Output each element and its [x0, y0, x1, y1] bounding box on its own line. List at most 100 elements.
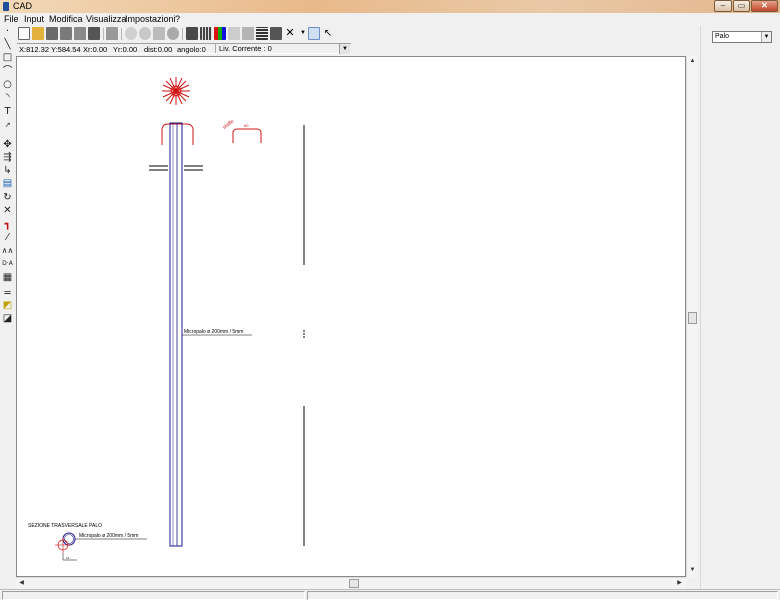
menu-modifica[interactable]: Modifica: [49, 14, 83, 24]
scroll-right-icon[interactable]: ▶: [674, 578, 685, 589]
arc-tool-icon[interactable]: ⌒: [1, 66, 14, 78]
app-icon: [3, 2, 9, 11]
pile-body: [169, 122, 183, 547]
ground-line: [149, 165, 203, 171]
layer-select[interactable]: Palo ▼: [712, 31, 772, 43]
section-title: SEZIONE TRASVERSALE PALO: [28, 523, 102, 529]
break-tool-icon[interactable]: ⁄: [1, 232, 14, 244]
new-file-icon[interactable]: [18, 27, 30, 40]
pile-cap-outline: [161, 123, 194, 145]
line-tool-icon[interactable]: ╲: [1, 39, 14, 51]
layer-icon[interactable]: [186, 27, 198, 40]
osnap-icon[interactable]: [242, 27, 254, 40]
window-title: CAD: [13, 1, 33, 11]
open-folder-icon[interactable]: [32, 27, 44, 40]
drawing-svg: staffe 60 Micropalo ø 200mm / 5mm SEZION…: [28, 77, 305, 561]
dimension-tool-icon[interactable]: ↗: [1, 119, 14, 131]
coord-dist: dist:0.00: [144, 45, 173, 54]
status-pane-right: [307, 591, 778, 600]
zoom-all-icon[interactable]: [167, 27, 179, 40]
status-pane-left: [2, 591, 305, 600]
print-preview-icon[interactable]: [106, 27, 118, 40]
svg-text:60: 60: [244, 123, 249, 128]
cad-window: CAD – ▭ ✕ File Input Modifica Visualizza…: [0, 0, 780, 600]
maximize-button[interactable]: ▭: [733, 0, 750, 12]
menu-file[interactable]: File: [4, 14, 19, 24]
export-icon[interactable]: [74, 27, 86, 40]
draw-toolbox: · ╲ □ ⌒ ○ ◝ T ↗ ✥ ⇶ ↳ ▤ ↻ ✕ ┓ ⁄ ∧∧ D·A ▦…: [0, 26, 15, 326]
right-panel: [700, 26, 780, 589]
horizontal-scroll-thumb[interactable]: [349, 579, 359, 588]
drawing-canvas[interactable]: staffe 60 Micropalo ø 200mm / 5mm SEZION…: [16, 56, 686, 577]
section-circle: LF: [55, 532, 77, 561]
polyline-tool-icon[interactable]: ∧∧: [1, 245, 14, 257]
current-level-select[interactable]: Liv. Corrente : 0: [215, 44, 343, 53]
copy-array-tool-icon[interactable]: ⇶: [1, 152, 14, 164]
point-tool-icon[interactable]: ·: [1, 26, 14, 38]
main-toolbar: ✕ ▼ ↖: [16, 26, 346, 42]
scroll-down-icon[interactable]: ▼: [687, 565, 698, 576]
chevron-down-icon[interactable]: ▼: [761, 32, 771, 42]
current-level-label: Liv. Corrente : 0: [219, 44, 272, 53]
select-arrow-icon[interactable]: ↖: [322, 27, 334, 40]
svg-text:LF: LF: [66, 556, 70, 560]
vertical-scrollbar[interactable]: ▲ ▼: [686, 56, 698, 577]
paste-tool-icon[interactable]: ▤: [1, 178, 14, 190]
menu-bar: File Input Modifica Visualizza Impostazi…: [0, 13, 780, 25]
menu-help[interactable]: ?: [175, 14, 180, 24]
ortho-icon[interactable]: [308, 27, 320, 40]
circle-tool-icon[interactable]: ○: [1, 79, 14, 91]
save-as-icon[interactable]: [60, 27, 72, 40]
minimize-button[interactable]: –: [714, 0, 732, 12]
level-dropdown-icon[interactable]: ▼: [339, 44, 350, 54]
coord-yr: Yr:0.00: [113, 45, 138, 54]
dimension-text-tool-icon[interactable]: D·A: [1, 258, 14, 270]
zoom-in-icon[interactable]: [125, 27, 137, 40]
coord-x: X:812.32: [19, 45, 50, 54]
extend-tool-icon[interactable]: ┓: [1, 219, 14, 231]
rotate-tool-icon[interactable]: ↻: [1, 192, 14, 204]
grid-icon[interactable]: [200, 27, 212, 40]
reinforcement-label: staffe: [222, 119, 236, 131]
save-icon[interactable]: [46, 27, 58, 40]
colors-icon[interactable]: [214, 27, 226, 40]
camera-tool-icon[interactable]: ◪: [1, 313, 14, 325]
dimension-line: [303, 125, 305, 546]
table-icon[interactable]: [270, 27, 282, 40]
snap-icon[interactable]: [228, 27, 240, 40]
coord-xr: Xr:0.00: [83, 45, 108, 54]
text-tool-icon[interactable]: T: [1, 106, 14, 118]
align-tool-icon[interactable]: ═: [1, 288, 14, 300]
scroll-left-icon[interactable]: ◀: [16, 578, 27, 589]
red-starburst: [162, 77, 190, 105]
menu-input[interactable]: Input: [24, 14, 44, 24]
delete-tool-icon[interactable]: ✕: [1, 205, 14, 217]
section-label: Micropalo ø 200mm / 5mm: [79, 533, 138, 539]
coordinate-bar: X:812.32 Y:584.54 Xr:0.00 Yr:0.00 dist:0…: [17, 43, 351, 54]
close-button[interactable]: ✕: [751, 0, 778, 12]
fill-tool-icon[interactable]: ◩: [1, 300, 14, 312]
horizontal-scrollbar[interactable]: ◀ ▶: [16, 577, 686, 589]
close-tool-icon[interactable]: ✕: [284, 27, 296, 40]
rectangle-tool-icon[interactable]: □: [1, 52, 14, 64]
vertical-scroll-thumb[interactable]: [688, 312, 697, 324]
coord-y: Y:584.54: [51, 45, 81, 54]
print-icon[interactable]: [88, 27, 100, 40]
scroll-corner: [686, 577, 698, 589]
toggle-grid-icon[interactable]: [256, 27, 268, 40]
menu-visualizza[interactable]: Visualizza: [86, 14, 126, 24]
menu-impostazioni[interactable]: Impostazioni: [125, 14, 176, 24]
trim-tool-icon[interactable]: ↳: [1, 165, 14, 177]
reinforcement-detail: [232, 128, 262, 143]
arc-right-tool-icon[interactable]: ◝: [1, 92, 14, 104]
zoom-out-icon[interactable]: [139, 27, 151, 40]
status-bar: [0, 589, 780, 600]
title-bar: CAD – ▭ ✕: [0, 0, 780, 13]
layer-select-value: Palo: [715, 33, 730, 40]
hatch-tool-icon[interactable]: ▦: [1, 272, 14, 284]
move-tool-icon[interactable]: ✥: [1, 139, 14, 151]
coord-angolo: angolo:0: [177, 45, 206, 54]
scroll-up-icon[interactable]: ▲: [687, 56, 698, 67]
zoom-window-icon[interactable]: [153, 27, 165, 40]
pile-label: Micropalo ø 200mm / 5mm: [184, 329, 243, 335]
